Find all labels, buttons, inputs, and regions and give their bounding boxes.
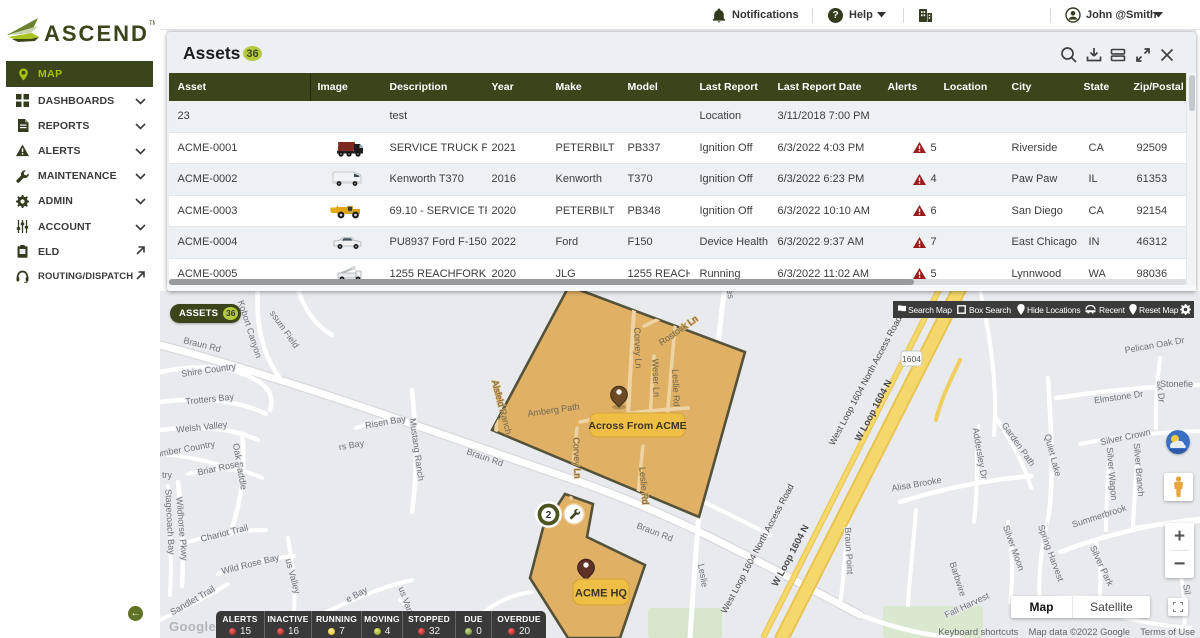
svg-text:Sil: Sil <box>1181 584 1193 596</box>
svg-text:Weser Ln: Weser Ln <box>650 359 661 398</box>
svg-text:Corvey Ln: Corvey Ln <box>632 327 643 368</box>
svg-text:2: 2 <box>546 510 552 521</box>
svg-text:1604: 1604 <box>902 354 921 364</box>
svg-text:ACME HQ: ACME HQ <box>575 588 627 600</box>
svg-text:Leslie Rd: Leslie Rd <box>670 369 681 407</box>
svg-text:Corvey Ln: Corvey Ln <box>571 437 582 478</box>
svg-text:Across From ACME: Across From ACME <box>588 420 686 432</box>
svg-text:Stonefie: Stonefie <box>1160 379 1193 389</box>
svg-text:try: try <box>162 470 172 480</box>
svg-text:ASCEND: ASCEND <box>44 21 149 44</box>
svg-text:TM: TM <box>149 21 155 27</box>
